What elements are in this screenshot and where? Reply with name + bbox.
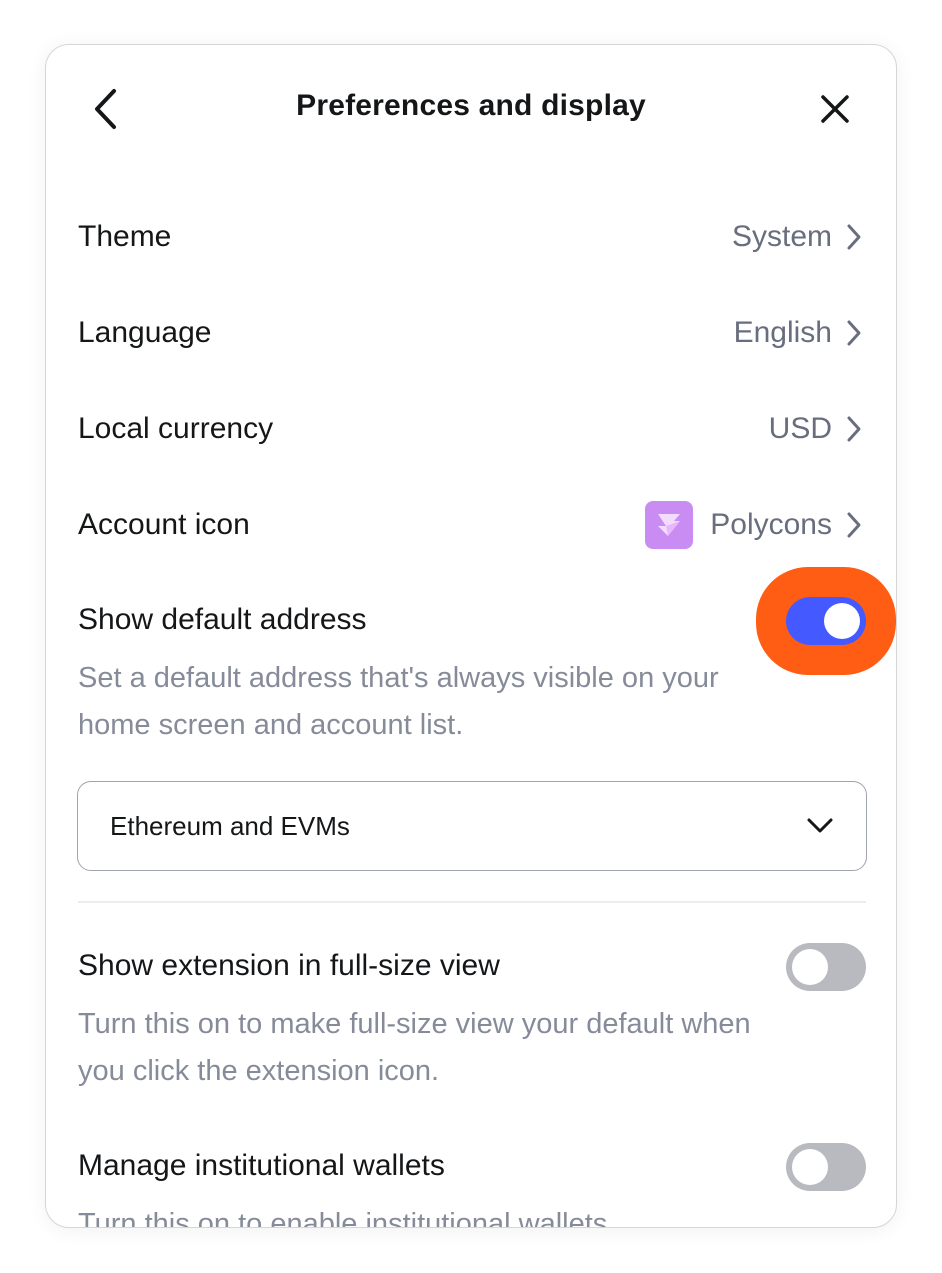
default-address-description: Set a default address that's always visi… bbox=[78, 655, 838, 749]
full-size-view-description-line1: Turn this on to make full-size view your… bbox=[78, 1008, 751, 1040]
full-size-view-description: Turn this on to make full-size view your… bbox=[78, 1001, 838, 1095]
full-size-view-label: Show extension in full-size view bbox=[78, 949, 500, 982]
header: Preferences and display bbox=[46, 45, 896, 173]
account-icon-label: Account icon bbox=[78, 508, 250, 541]
institutional-wallets-toggle[interactable] bbox=[786, 1143, 866, 1191]
local-currency-row[interactable]: Local currency USD bbox=[78, 389, 866, 469]
theme-value-group: System bbox=[732, 220, 866, 254]
default-address-description-line1: Set a default address that's always visi… bbox=[78, 662, 719, 694]
chevron-right-icon bbox=[846, 222, 866, 252]
account-icon-value: Polycons bbox=[710, 508, 832, 541]
full-size-view-toggle[interactable] bbox=[786, 943, 866, 991]
chevron-right-icon bbox=[846, 318, 866, 348]
polycon-icon bbox=[645, 501, 694, 549]
local-currency-label: Local currency bbox=[78, 412, 274, 445]
close-icon bbox=[821, 95, 849, 123]
page-title: Preferences and display bbox=[296, 89, 646, 122]
language-row[interactable]: Language English bbox=[78, 293, 866, 373]
institutional-wallets-description-line1: Turn this on to enable institutional wal… bbox=[78, 1208, 608, 1228]
default-address-toggle[interactable] bbox=[786, 597, 866, 645]
toggle-knob bbox=[792, 1149, 828, 1185]
divider bbox=[78, 901, 866, 903]
chevron-right-icon bbox=[846, 414, 866, 444]
language-value-group: English bbox=[734, 316, 866, 350]
select-value: Ethereum and EVMs bbox=[110, 810, 350, 841]
language-value: English bbox=[733, 316, 832, 349]
theme-value: System bbox=[731, 220, 832, 253]
chevron-down-icon bbox=[807, 818, 833, 833]
default-address-description-line2: home screen and account list. bbox=[78, 709, 464, 741]
local-currency-value-group: USD bbox=[769, 412, 866, 446]
chevron-right-icon bbox=[846, 510, 866, 540]
full-size-view-description-line2: you click the extension icon. bbox=[78, 1055, 440, 1087]
local-currency-value: USD bbox=[768, 412, 832, 445]
preferences-panel: Preferences and display Theme System Lan… bbox=[45, 44, 897, 1228]
default-address-network-select[interactable]: Ethereum and EVMs bbox=[77, 781, 867, 871]
toggle-knob bbox=[824, 603, 860, 639]
default-address-label: Show default address bbox=[78, 603, 367, 636]
theme-label: Theme bbox=[78, 220, 172, 253]
account-icon-row[interactable]: Account icon Polycons bbox=[78, 485, 866, 565]
close-button[interactable] bbox=[814, 87, 856, 131]
institutional-wallets-label: Manage institutional wallets bbox=[78, 1149, 445, 1182]
language-label: Language bbox=[78, 316, 212, 349]
institutional-wallets-description: Turn this on to enable institutional wal… bbox=[78, 1201, 838, 1228]
toggle-knob bbox=[792, 949, 828, 985]
theme-row[interactable]: Theme System bbox=[78, 197, 866, 277]
account-icon-value-group: Polycons bbox=[645, 501, 866, 549]
